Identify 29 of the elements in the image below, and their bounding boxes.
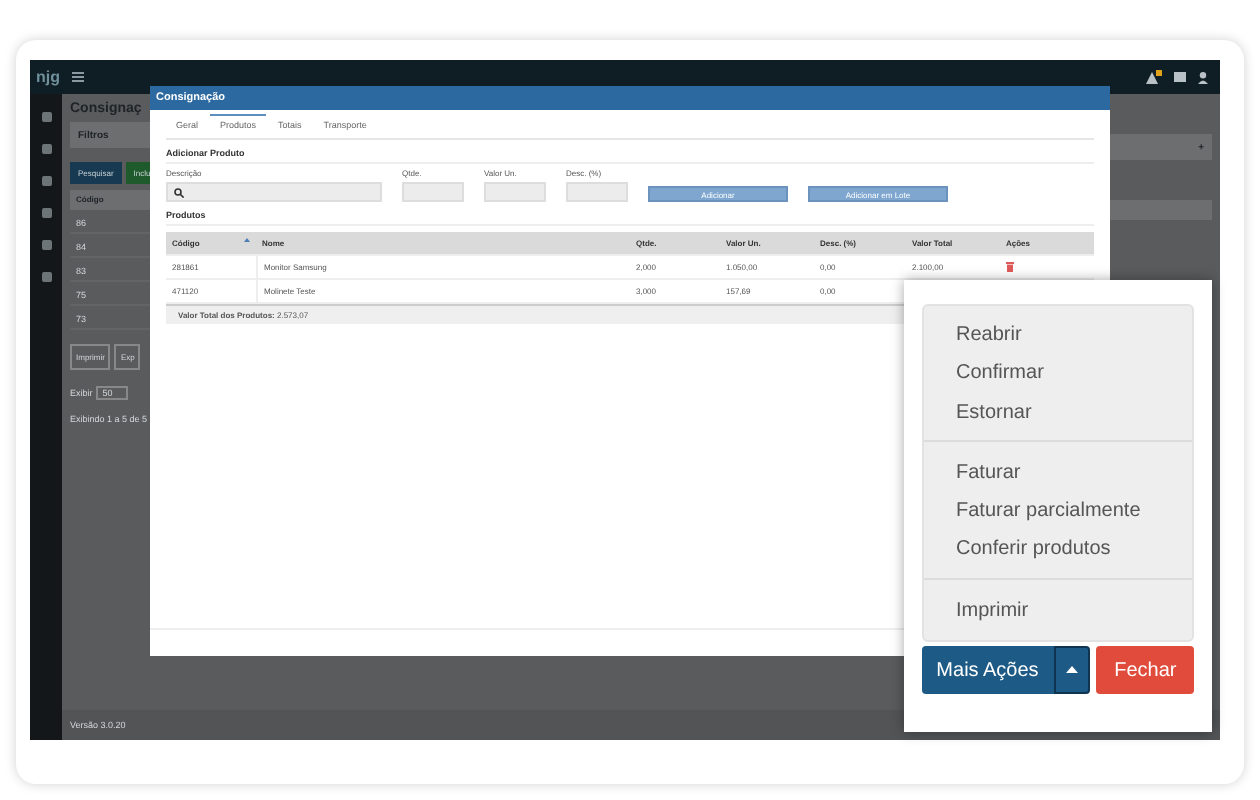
input-field[interactable]	[566, 182, 628, 202]
nav-icon[interactable]	[41, 240, 51, 250]
trash-icon[interactable]	[1006, 262, 1014, 272]
search-icon	[174, 187, 184, 197]
nav-icon[interactable]	[41, 272, 51, 282]
dropdown-toggle[interactable]	[1053, 646, 1091, 695]
menu-item[interactable]: Faturar	[956, 453, 1160, 493]
logo: njg	[36, 68, 60, 86]
menu-item[interactable]: Conferir produtos	[956, 530, 1160, 570]
menu-icon[interactable]	[72, 72, 84, 82]
menu-item[interactable]: Reabrir	[956, 316, 1160, 355]
menu-item[interactable]: Imprimir	[956, 591, 1160, 631]
alert-icon[interactable]	[1146, 70, 1162, 84]
user-icon[interactable]	[1198, 71, 1208, 83]
close-button[interactable]: Fechar	[1096, 646, 1194, 695]
sort-icon[interactable]	[244, 238, 250, 246]
menu-item[interactable]: Faturar parcialmente	[956, 492, 1160, 531]
nav-icon[interactable]	[41, 144, 51, 154]
nav-icon[interactable]	[41, 208, 51, 218]
input-field[interactable]	[484, 182, 546, 202]
nav-icon[interactable]	[41, 176, 51, 186]
input-field[interactable]	[402, 182, 464, 202]
search-field[interactable]	[166, 182, 382, 202]
nav-icon[interactable]	[41, 112, 51, 122]
menu-item[interactable]: Confirmar	[956, 354, 1160, 394]
menu-item[interactable]: Estornar	[956, 393, 1160, 432]
table-header	[1110, 200, 1212, 220]
caret-icon	[1065, 666, 1078, 675]
more-actions-button[interactable]: Mais Ações	[922, 646, 1053, 695]
